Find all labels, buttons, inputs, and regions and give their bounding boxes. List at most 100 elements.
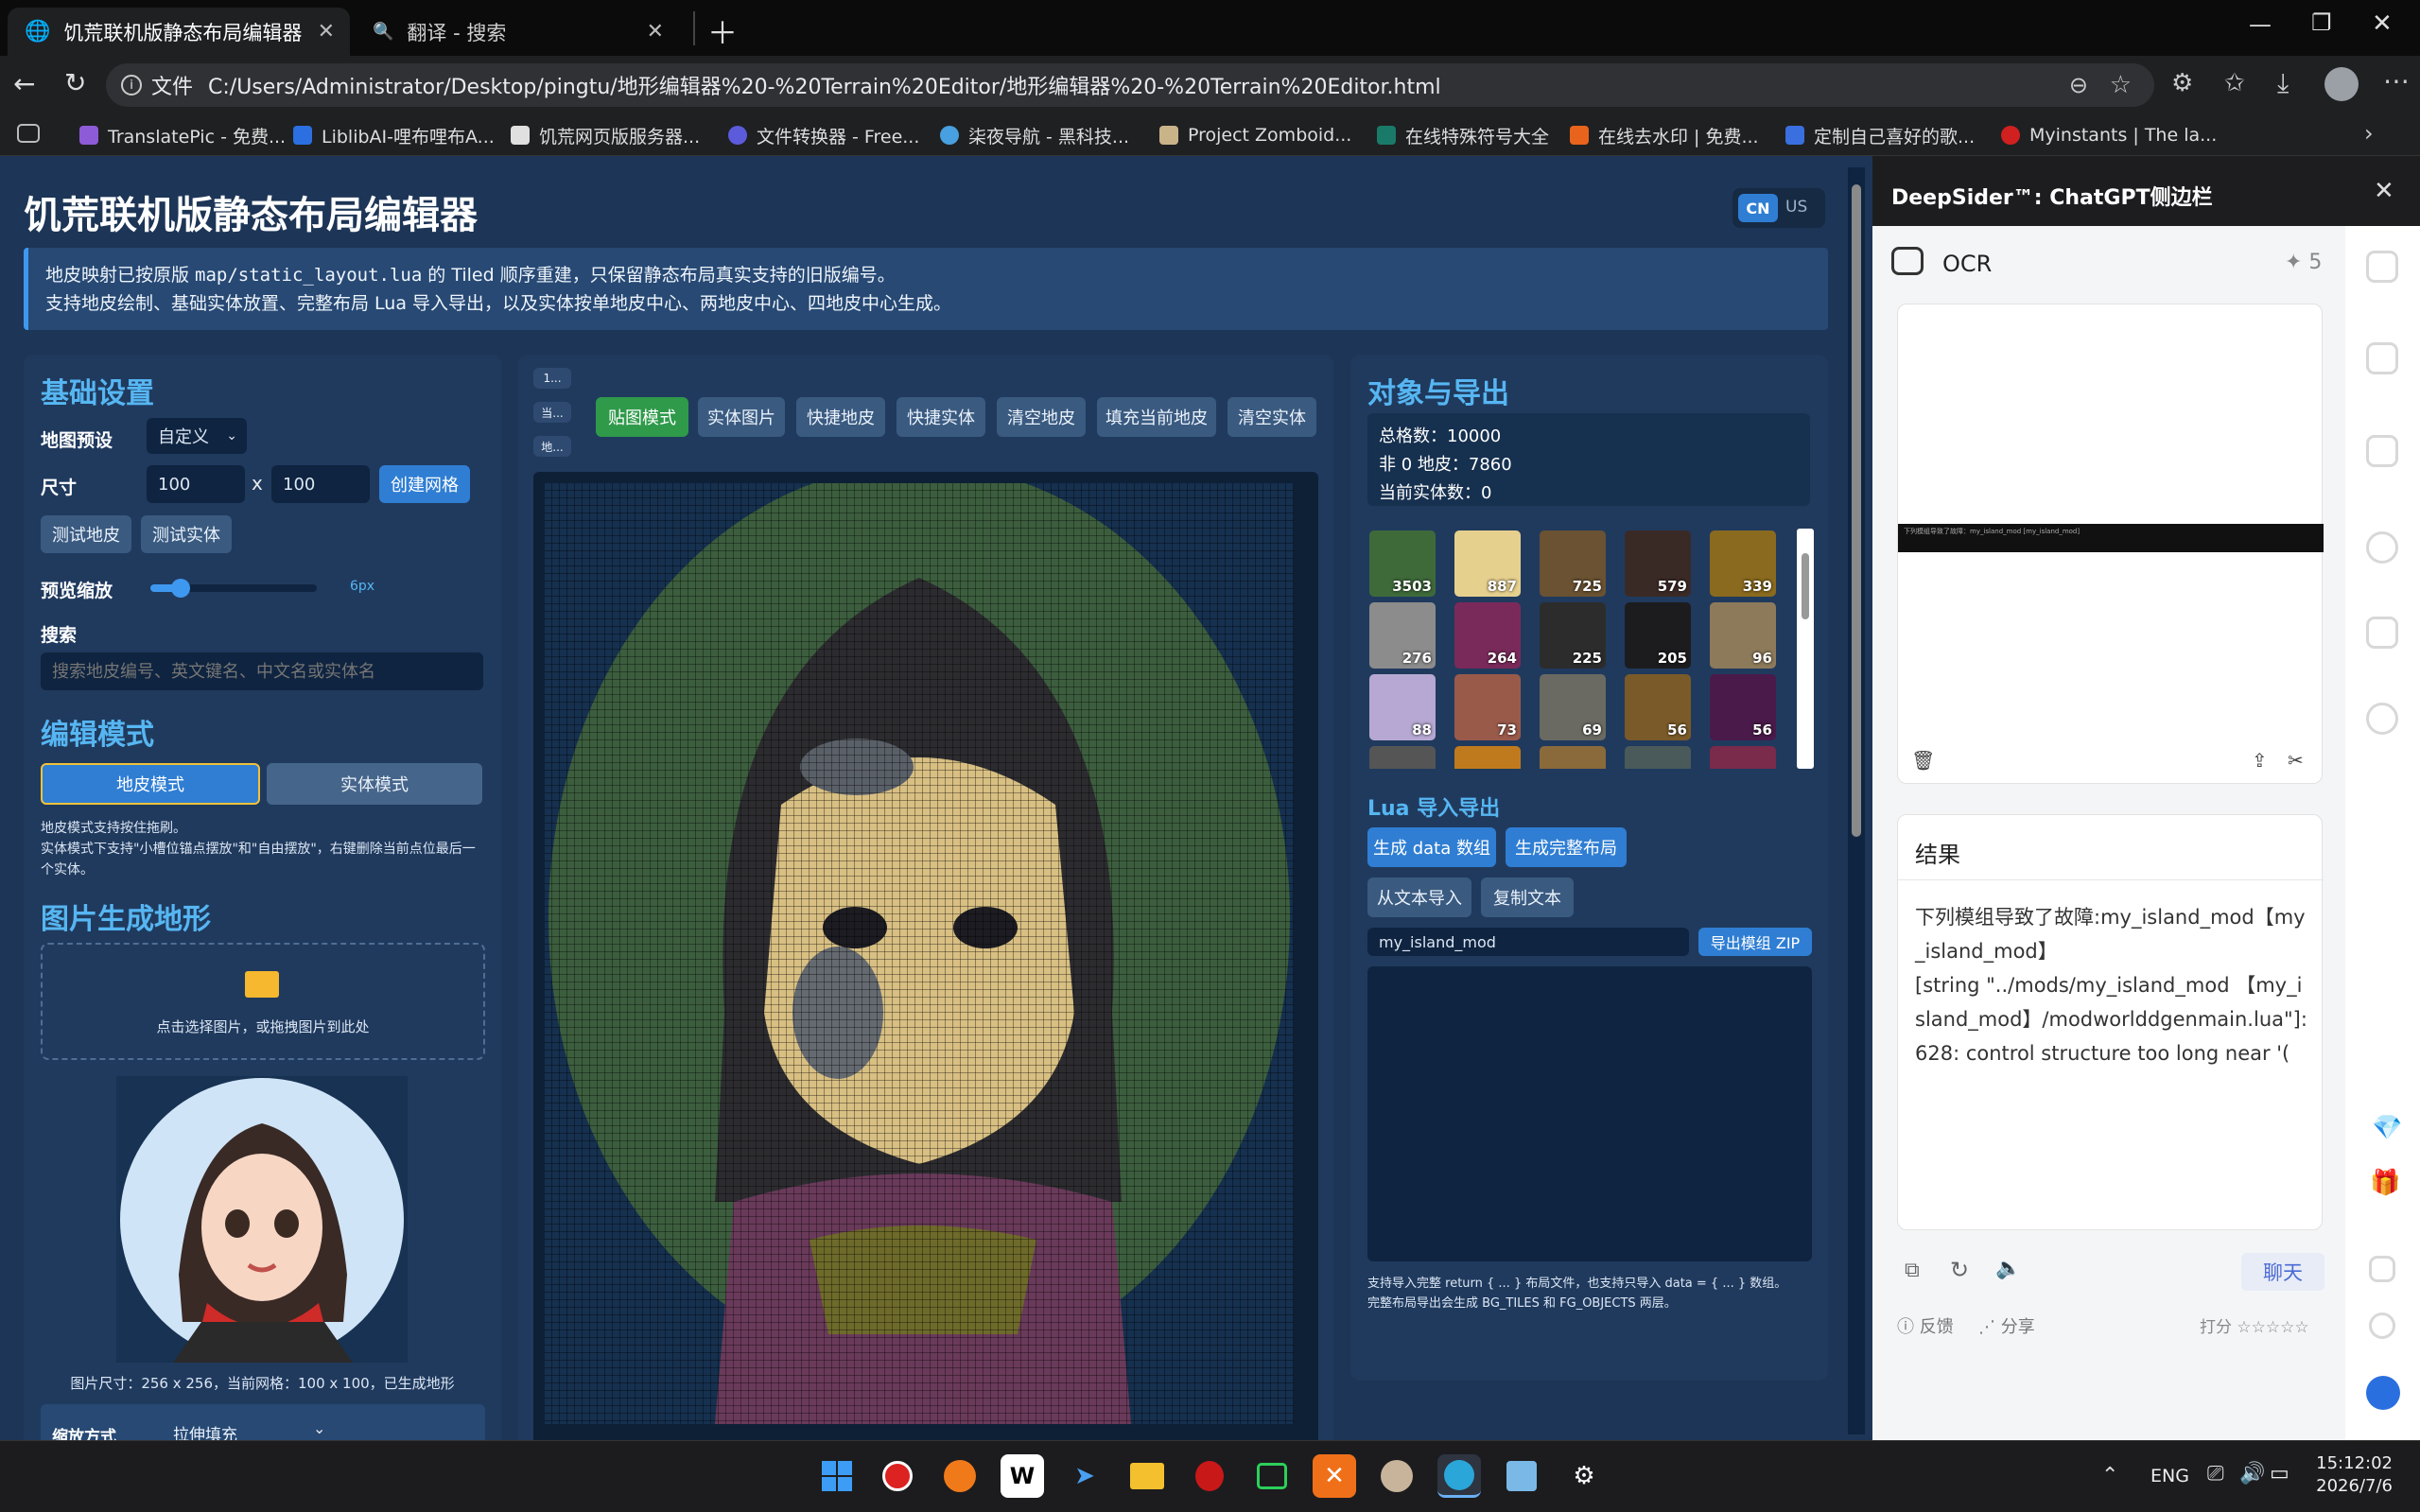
image-drop-zone[interactable]: 点击选择图片，或拖拽图片到此处 [41, 943, 485, 1060]
tile-swatch[interactable]: 264 [1454, 602, 1521, 669]
lua-textarea[interactable] [1367, 966, 1812, 1261]
tile-swatch[interactable] [1454, 746, 1521, 769]
download-icon[interactable]: ⤓ [2277, 67, 2289, 99]
quick-turf-button[interactable]: 快捷地皮 [796, 397, 885, 437]
star-rating[interactable]: ☆☆☆☆☆ [2237, 1318, 2308, 1337]
chevron-right-icon[interactable]: › [2364, 120, 2374, 147]
test-entity-button[interactable]: 测试实体 [141, 515, 232, 553]
edge-browser-icon[interactable] [1437, 1454, 1481, 1498]
network-icon[interactable]: ⎚ [2207, 1462, 2224, 1486]
bird-app-icon[interactable]: ➤ [1063, 1454, 1106, 1498]
notes-icon[interactable] [2369, 1256, 2395, 1282]
tile-swatch[interactable]: 205 [1625, 602, 1691, 669]
scale-select[interactable]: 拉伸填充 [173, 1421, 237, 1440]
search-input[interactable] [41, 652, 483, 690]
back-icon[interactable]: ← [13, 68, 35, 99]
chat-button[interactable]: 聊天 [2241, 1253, 2324, 1291]
tile-swatch[interactable]: 339 [1710, 530, 1776, 597]
favorites-icon[interactable]: ✩ [2224, 69, 2245, 97]
zoom-slider-handle[interactable] [170, 579, 190, 598]
result-text[interactable]: 下列模组导致了故障:my_island_mod【my_island_mod】 [… [1915, 900, 2312, 1070]
record-app-icon[interactable] [876, 1454, 919, 1498]
settings-icon[interactable] [2369, 1312, 2395, 1339]
bookmark-item[interactable]: 在线去水印 | 免费... [1570, 122, 1759, 148]
file-explorer-icon[interactable] [1125, 1454, 1169, 1498]
close-sidebar-icon[interactable]: ✕ [2374, 177, 2394, 205]
gen-full-button[interactable]: 生成完整布局 [1506, 827, 1627, 867]
video-icon[interactable] [2366, 435, 2398, 467]
bookmark-item[interactable]: 文件转换器 - Free... [728, 122, 919, 148]
volume-icon[interactable]: 🔊 [2239, 1462, 2265, 1486]
clear-turf-button[interactable]: 清空地皮 [997, 397, 1086, 437]
bookmark-item[interactable]: 定制自己喜好的歌... [1785, 122, 1975, 148]
tile-swatch[interactable] [1540, 746, 1606, 769]
bookmark-item[interactable]: Project Zomboid... [1159, 122, 1351, 148]
ai-icon[interactable] [2366, 531, 2398, 564]
chat-icon[interactable] [2366, 251, 2398, 283]
page-scrollbar[interactable] [1848, 167, 1865, 1434]
mini-tab-2[interactable]: 当... [533, 402, 571, 423]
mini-tab-1[interactable]: 1... [533, 368, 571, 389]
gift-icon[interactable]: 🎁 [2370, 1169, 2400, 1197]
create-grid-button[interactable]: 创建网格 [379, 465, 470, 503]
entity-image-button[interactable]: 实体图片 [698, 397, 785, 437]
tile-swatch[interactable]: 887 [1454, 530, 1521, 597]
terminal-app-icon[interactable] [1250, 1454, 1294, 1498]
pdf-icon[interactable] [2366, 617, 2398, 649]
tile-swatch[interactable] [1710, 746, 1776, 769]
feedback-link[interactable]: ⓘ 反馈 [1897, 1313, 1954, 1338]
fill-turf-button[interactable]: 填充当前地皮 [1097, 397, 1216, 437]
close-tab-icon[interactable]: ✕ [647, 20, 664, 43]
tile-swatch[interactable]: 56 [1710, 674, 1776, 740]
speaker-icon[interactable]: 🔈 [1995, 1257, 2021, 1280]
tile-swatch[interactable]: 579 [1625, 530, 1691, 597]
palette-scroll-thumb[interactable] [1802, 553, 1809, 619]
x-app-icon[interactable]: ✕ [1313, 1454, 1356, 1498]
mod-name-input[interactable]: my_island_mod [1367, 928, 1689, 956]
scissors-icon[interactable]: ✂ [2288, 749, 2304, 772]
image-icon[interactable] [2366, 342, 2398, 374]
refresh-icon[interactable]: ↻ [1950, 1257, 1969, 1283]
upload-icon[interactable]: ⇪ [2252, 749, 2268, 772]
import-text-button[interactable]: 从文本导入 [1367, 878, 1471, 917]
close-tab-icon[interactable]: ✕ [318, 20, 335, 43]
reload-icon[interactable]: ↻ [64, 67, 86, 98]
width-input[interactable]: 100 [147, 465, 245, 503]
zoom-out-icon[interactable]: ⊖ [2069, 72, 2088, 98]
tab-translate[interactable]: 🔍 翻译 - 搜索 ✕ [356, 8, 679, 56]
bookmark-item[interactable]: Myinstants | The la... [2001, 122, 2217, 148]
restore-button[interactable]: ❐ [2311, 9, 2332, 36]
red-app-icon[interactable] [1188, 1454, 1231, 1498]
lang-us-button[interactable]: US [1785, 198, 1807, 217]
share-link[interactable]: ⋰ 分享 [1978, 1313, 2035, 1338]
diamond-icon[interactable]: 💎 [2372, 1114, 2402, 1142]
tab-editor[interactable]: 🌐 饥荒联机版静态布局编辑器 ✕ [8, 8, 350, 56]
favorite-star-icon[interactable]: ☆ [2110, 71, 2132, 99]
more-menu-icon[interactable]: ⋯ [2383, 65, 2410, 96]
map-canvas[interactable] [533, 472, 1318, 1440]
w-app-icon[interactable]: W [1001, 1454, 1044, 1498]
profile-avatar[interactable] [2324, 67, 2359, 101]
close-window-button[interactable]: ✕ [2372, 9, 2393, 38]
url-bar[interactable]: i 文件 C:/Users/Administrator/Desktop/ping… [106, 63, 2154, 107]
bookmark-item[interactable]: 在线特殊符号大全 [1377, 122, 1549, 148]
turf-mode-button[interactable]: 地皮模式 [41, 763, 260, 805]
bookmark-item[interactable]: 柒夜导航 - 黑科技... [940, 122, 1129, 148]
steam-icon[interactable]: ⚙ [1562, 1454, 1606, 1498]
tile-swatch[interactable] [1369, 746, 1436, 769]
bookmark-item[interactable]: TranslatePic - 免费... [79, 122, 286, 148]
entity-mode-button[interactable]: 实体模式 [267, 763, 482, 805]
minimize-button[interactable]: — [2249, 11, 2272, 38]
tile-swatch[interactable]: 225 [1540, 602, 1606, 669]
page-scroll-thumb[interactable] [1852, 184, 1861, 837]
tile-swatch[interactable]: 276 [1369, 602, 1436, 669]
trash-icon[interactable]: 🗑 [1911, 749, 1935, 772]
zoom-slider[interactable] [150, 579, 317, 598]
sidebar-toggle-icon[interactable] [17, 124, 40, 143]
image-viewer-icon[interactable] [1500, 1454, 1543, 1498]
tile-swatch[interactable]: 96 [1710, 602, 1776, 669]
tile-swatch[interactable]: 88 [1369, 674, 1436, 740]
preset-select[interactable]: 自定义 ⌄ [147, 418, 247, 454]
tile-swatch[interactable]: 3503 [1369, 530, 1436, 597]
extensions-icon[interactable]: ⚙ [2171, 69, 2193, 97]
